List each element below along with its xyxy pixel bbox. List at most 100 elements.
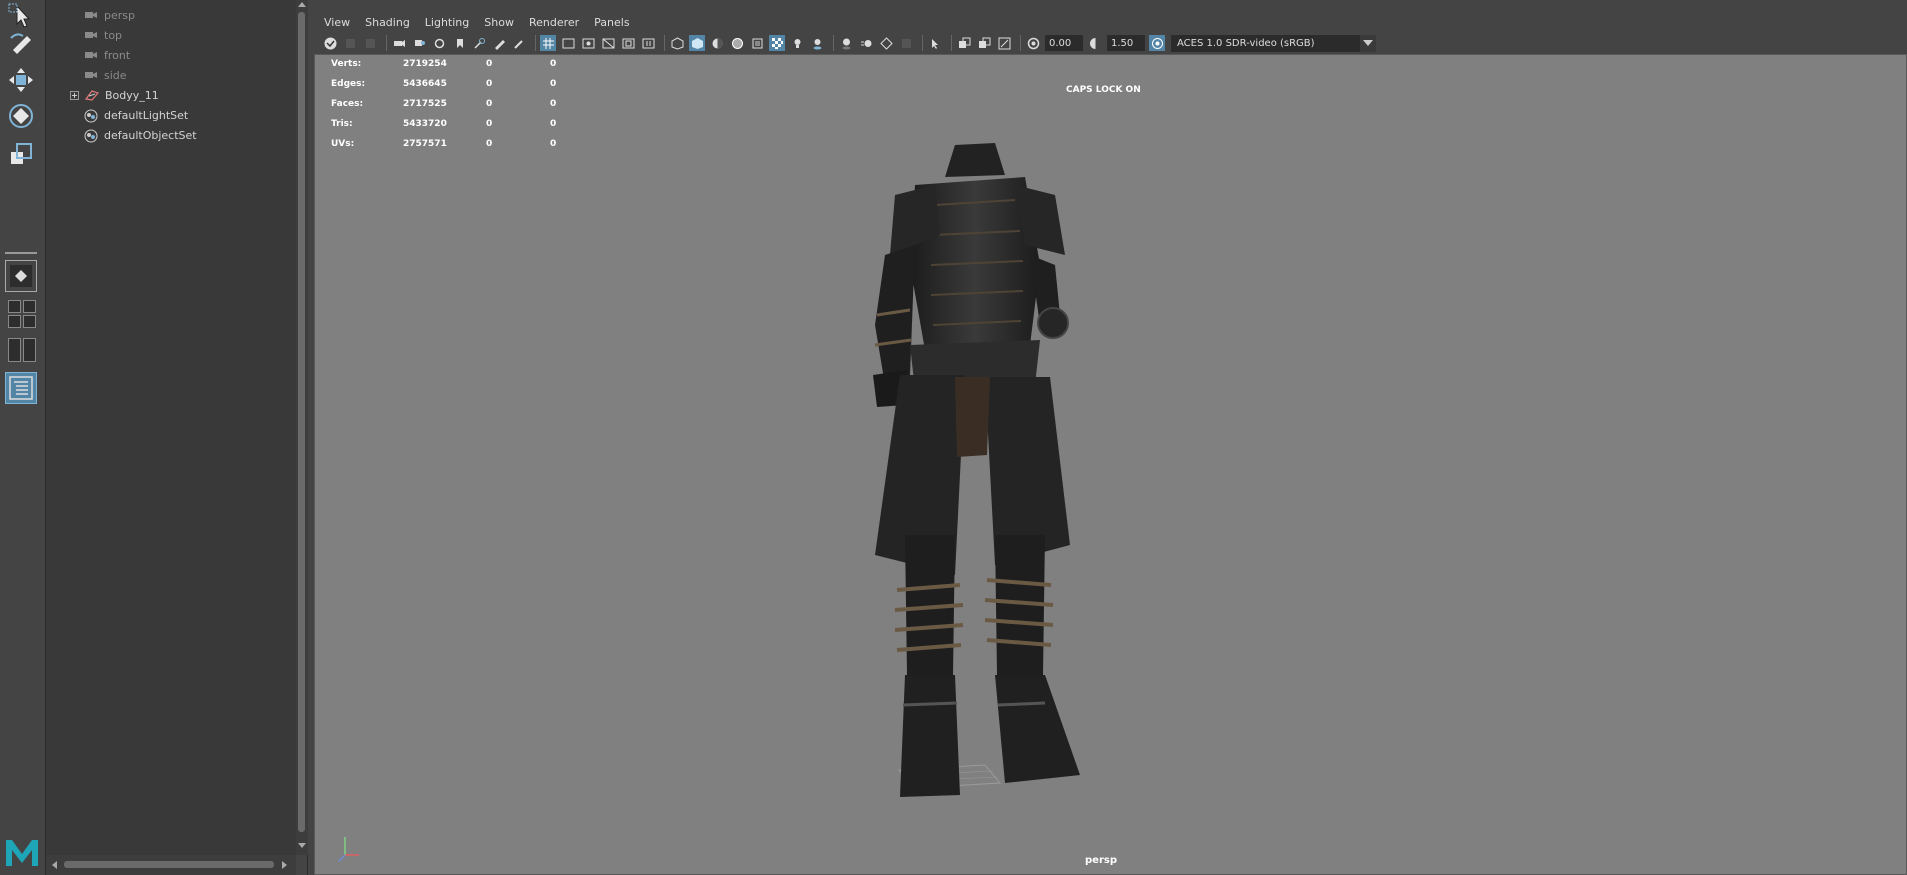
hud-label: Edges: — [331, 79, 366, 89]
hud-icon[interactable] — [996, 35, 1012, 51]
hud-component: 0 — [550, 99, 557, 109]
shadows-icon[interactable] — [809, 35, 825, 51]
armor-model[interactable] — [815, 115, 1135, 855]
grease-pencil-icon[interactable] — [491, 35, 507, 51]
menu-panels[interactable]: Panels — [594, 16, 629, 29]
color-management-icon[interactable] — [1149, 35, 1165, 51]
menu-renderer[interactable]: Renderer — [529, 16, 579, 29]
resolution-gate-icon[interactable] — [580, 35, 596, 51]
maya-window: persp top front side Bodyy_11 defaultLig… — [0, 0, 1907, 875]
camera-icon — [84, 69, 98, 81]
3d-viewport[interactable]: Verts: 2719254 0 0 Edges: 5436645 0 0 Fa… — [314, 54, 1907, 875]
use-all-lights-icon[interactable] — [789, 35, 805, 51]
hud-total: 2717525 — [403, 99, 447, 109]
menu-show[interactable]: Show — [484, 16, 514, 29]
outliner-item-top[interactable]: top — [84, 26, 122, 44]
motion-blur-icon[interactable] — [858, 35, 874, 51]
film-gate-toggle-icon[interactable] — [560, 35, 576, 51]
multisample-aa-icon[interactable] — [878, 35, 894, 51]
outliner-item-bodyy[interactable]: Bodyy_11 — [70, 86, 159, 104]
scroll-left-icon[interactable] — [52, 861, 57, 869]
wireframe-icon[interactable] — [669, 35, 685, 51]
outliner-item-label: defaultLightSet — [104, 108, 189, 122]
scroll-right-icon[interactable] — [282, 861, 287, 869]
scale-tool-icon[interactable] — [5, 138, 37, 170]
layout-option-icon[interactable] — [8, 315, 21, 328]
bookmark-flag-icon[interactable] — [451, 35, 467, 51]
layout-option-icon[interactable] — [23, 300, 36, 313]
lasso-tool-icon[interactable] — [5, 28, 37, 60]
view-transform-dropdown[interactable]: ACES 1.0 SDR-video (sRGB) — [1171, 34, 1376, 52]
xray-icon[interactable] — [749, 35, 765, 51]
lock-camera-icon[interactable] — [342, 35, 358, 51]
field-chart-icon[interactable] — [620, 35, 636, 51]
smooth-shade-icon[interactable] — [689, 35, 705, 51]
hud-component: 0 — [550, 59, 557, 69]
chevron-down-icon[interactable] — [1360, 34, 1376, 52]
four-pane-layout-icon[interactable] — [8, 300, 21, 313]
bookmark-icon[interactable] — [411, 35, 427, 51]
outliner-item-defaultlightset[interactable]: defaultLightSet — [84, 106, 188, 124]
scroll-up-icon[interactable] — [298, 2, 306, 7]
outliner-horizontal-scrollbar[interactable] — [46, 855, 296, 875]
safe-action-icon[interactable] — [640, 35, 656, 51]
toolbar-divider — [664, 35, 665, 51]
menu-view[interactable]: View — [324, 16, 350, 29]
hud-row-verts: Verts: 2719254 0 0 — [331, 59, 591, 75]
two-pane-layout-icon[interactable] — [8, 338, 21, 362]
expand-icon[interactable] — [70, 90, 79, 100]
scroll-thumb[interactable] — [298, 12, 305, 832]
toolbar-divider — [951, 35, 952, 51]
outliner-item-label: front — [104, 48, 131, 62]
outliner-item-persp[interactable]: persp — [84, 6, 135, 24]
default-material-icon[interactable] — [709, 35, 725, 51]
outliner-item-front[interactable]: front — [84, 46, 130, 64]
image-plane-icon[interactable] — [431, 35, 447, 51]
gamma-field[interactable]: 1.50 — [1107, 35, 1145, 51]
scroll-down-icon[interactable] — [298, 843, 306, 848]
hud-selected: 0 — [486, 99, 493, 109]
outliner-list[interactable]: persp top front side Bodyy_11 defaultLig… — [46, 0, 296, 855]
select-camera-icon[interactable] — [322, 35, 338, 51]
exposure-icon[interactable] — [1025, 35, 1041, 51]
textured-icon[interactable] — [769, 35, 785, 51]
depth-of-field-icon[interactable] — [898, 35, 914, 51]
outliner-item-defaultobjectset[interactable]: defaultObjectSet — [84, 126, 197, 144]
gate-mask-icon[interactable] — [600, 35, 616, 51]
hud-row-faces: Faces: 2717525 0 0 — [331, 99, 591, 115]
hud-total: 5436645 — [403, 79, 447, 89]
film-gate-icon[interactable] — [391, 35, 407, 51]
layout-option-icon[interactable] — [23, 315, 36, 328]
screen-space-ao-icon[interactable] — [838, 35, 854, 51]
outliner-layout-icon[interactable] — [5, 372, 37, 404]
toolbar-divider — [922, 35, 923, 51]
move-tool-icon[interactable] — [5, 64, 37, 96]
hud-row-edges: Edges: 5436645 0 0 — [331, 79, 591, 95]
frame-selection-icon[interactable] — [976, 35, 992, 51]
single-pane-layout-icon[interactable] — [5, 260, 37, 292]
isolate-select-icon[interactable] — [927, 35, 943, 51]
menu-shading[interactable]: Shading — [365, 16, 410, 29]
rotate-tool-icon[interactable] — [5, 100, 37, 132]
camera-attributes-icon[interactable] — [362, 35, 378, 51]
outliner-item-label: persp — [104, 8, 135, 22]
grid-icon[interactable] — [540, 35, 556, 51]
toolbar-divider — [386, 35, 387, 51]
menu-lighting[interactable]: Lighting — [425, 16, 469, 29]
caps-lock-indicator: CAPS LOCK ON — [1066, 85, 1141, 95]
gamma-icon[interactable] — [1087, 35, 1103, 51]
outliner-vertical-scrollbar[interactable] — [296, 0, 308, 855]
outliner-item-side[interactable]: side — [84, 66, 127, 84]
camera-name-label: persp — [1085, 855, 1117, 866]
hud-total: 2757571 — [403, 139, 447, 149]
wireframe-on-shaded-icon[interactable] — [729, 35, 745, 51]
scroll-thumb[interactable] — [64, 861, 274, 868]
axis-gizmo-icon — [335, 825, 375, 865]
exposure-field[interactable]: 0.00 — [1045, 35, 1083, 51]
pencil-icon[interactable] — [511, 35, 527, 51]
2d-pan-zoom-icon[interactable] — [471, 35, 487, 51]
outliner-item-label: side — [104, 68, 127, 82]
frame-all-icon[interactable] — [956, 35, 972, 51]
two-pane-layout-icon[interactable] — [23, 338, 36, 362]
hud-selected: 0 — [486, 139, 493, 149]
